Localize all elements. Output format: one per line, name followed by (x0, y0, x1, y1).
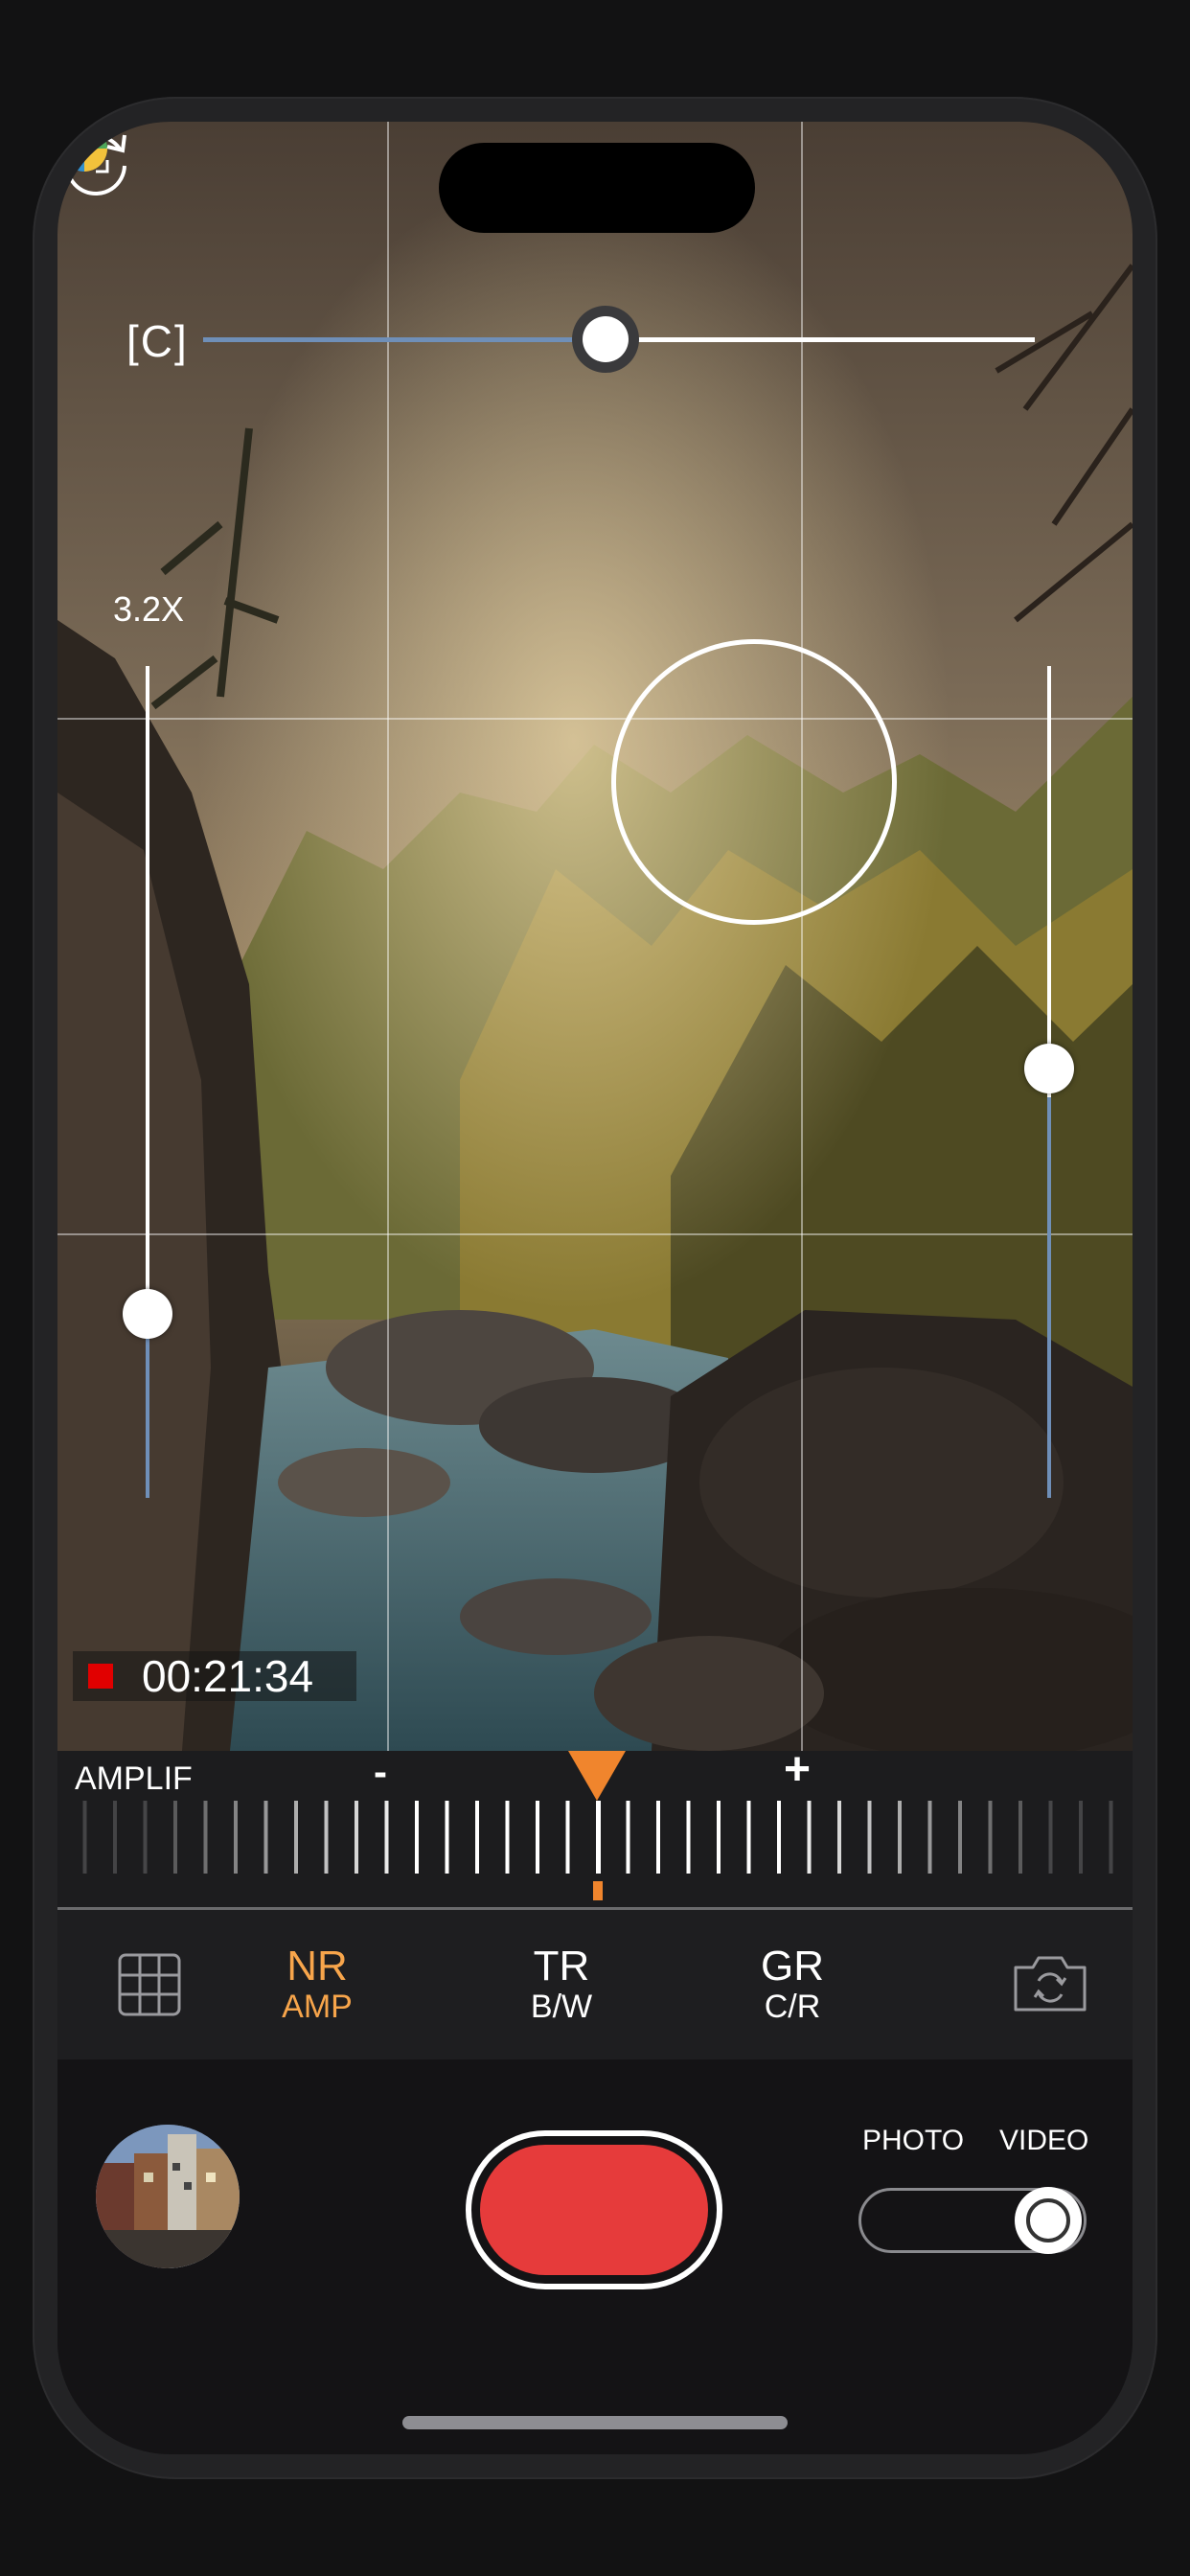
record-button-fill (480, 2145, 708, 2275)
ruler-tick (837, 1801, 841, 1874)
recording-time: 00:21:34 (142, 1651, 314, 1701)
mode-tr-label: TR (533, 1943, 590, 1990)
grid-line (57, 1233, 1133, 1235)
ruler-tick (686, 1801, 691, 1874)
ruler-tick (1018, 1801, 1022, 1874)
amplifier-label: AMPLIF (75, 1760, 193, 1797)
toggle-knob[interactable] (1015, 2187, 1082, 2254)
zoom-slider-fill (146, 1316, 149, 1498)
ruler-tick (355, 1801, 358, 1874)
refresh-icon[interactable] (57, 122, 136, 200)
amplifier-plus[interactable]: + (784, 1743, 811, 1796)
video-mode-label[interactable]: VIDEO (999, 2125, 1088, 2157)
mode-nr-amp[interactable]: NR AMP (221, 1943, 413, 2026)
ruler-tick (203, 1801, 208, 1874)
ruler-tick (82, 1801, 87, 1874)
ruler-tick (746, 1801, 751, 1874)
right-slider-fill (1047, 1097, 1051, 1498)
mode-nr-label: NR (286, 1943, 348, 1990)
ruler-tick (988, 1801, 993, 1874)
camera-screen: [C] 3.2X 00:21:34 AMPLIF - + NR AMP TR B… (57, 122, 1133, 2454)
record-button[interactable] (466, 2130, 722, 2289)
ruler-tick (294, 1801, 298, 1874)
mode-tr-bw[interactable]: TR B/W (466, 1943, 657, 2026)
ruler-tick (717, 1801, 721, 1874)
ruler-tick (626, 1801, 630, 1874)
photo-mode-label[interactable]: PHOTO (862, 2125, 964, 2157)
mode-bar: NR AMP TR B/W GR C/R (57, 1910, 1133, 2059)
ruler-tick (324, 1801, 329, 1874)
ruler-tick (777, 1801, 781, 1874)
ruler-tick (536, 1801, 539, 1874)
ruler-tick (445, 1801, 449, 1874)
top-slider-fill (203, 337, 609, 342)
mode-bw-label: B/W (530, 1989, 593, 2025)
ruler-tick (1079, 1801, 1083, 1874)
focus-ring[interactable] (611, 639, 897, 925)
ruler-pointer-icon (568, 1751, 626, 1801)
camera-viewfinder[interactable]: [C] 3.2X 00:21:34 (57, 122, 1133, 1751)
ruler-tick (234, 1801, 238, 1874)
dynamic-island (439, 143, 755, 233)
ruler-tick (807, 1801, 812, 1874)
right-slider-knob[interactable] (1024, 1044, 1074, 1093)
grid-line (801, 122, 803, 1751)
camera-switch-icon[interactable] (1012, 1952, 1088, 2015)
ruler-tick (927, 1801, 932, 1874)
ruler-tick (867, 1801, 872, 1874)
ruler-center-mark (593, 1881, 603, 1900)
ruler-tick (475, 1801, 479, 1874)
zoom-slider-knob[interactable] (123, 1289, 172, 1339)
grid-line (57, 718, 1133, 720)
ruler-tick (384, 1801, 389, 1874)
amplifier-minus[interactable]: - (374, 1749, 387, 1795)
ruler-tick (143, 1801, 148, 1874)
ruler-tick (1048, 1801, 1053, 1874)
ruler-tick (596, 1801, 601, 1874)
mode-amp-label: AMP (282, 1989, 353, 2025)
thumbnail-image (96, 2125, 240, 2268)
recording-dot-icon (88, 1664, 113, 1689)
mode-cr-label: C/R (764, 1989, 821, 2025)
zoom-slider-track[interactable] (146, 666, 149, 1498)
ruler-tick (958, 1801, 962, 1874)
top-slider-label: [C] (126, 316, 189, 366)
home-indicator[interactable] (402, 2416, 788, 2429)
ruler-tick (898, 1801, 902, 1874)
ruler-tick (1109, 1801, 1113, 1874)
ruler-tick (113, 1801, 117, 1874)
ruler-tick (173, 1801, 177, 1874)
mode-gr-label: GR (761, 1943, 824, 1990)
zoom-label: 3.2X (113, 589, 185, 629)
recording-indicator: 00:21:34 (73, 1651, 356, 1701)
top-slider-knob[interactable] (572, 306, 639, 373)
ruler-tick (263, 1801, 268, 1874)
amplifier-ruler[interactable]: AMPLIF - + (57, 1744, 1133, 1909)
grid-line (387, 122, 389, 1751)
ruler-tick (505, 1801, 510, 1874)
ruler-ticks[interactable] (57, 1799, 1133, 1875)
photo-video-toggle[interactable] (858, 2187, 1087, 2254)
mode-gr-cr[interactable]: GR C/R (697, 1943, 888, 2026)
gallery-thumbnail[interactable] (96, 2125, 240, 2268)
ruler-tick (656, 1801, 660, 1874)
ruler-tick (565, 1801, 570, 1874)
grid-icon[interactable] (117, 1952, 182, 2017)
ruler-tick (415, 1801, 419, 1874)
